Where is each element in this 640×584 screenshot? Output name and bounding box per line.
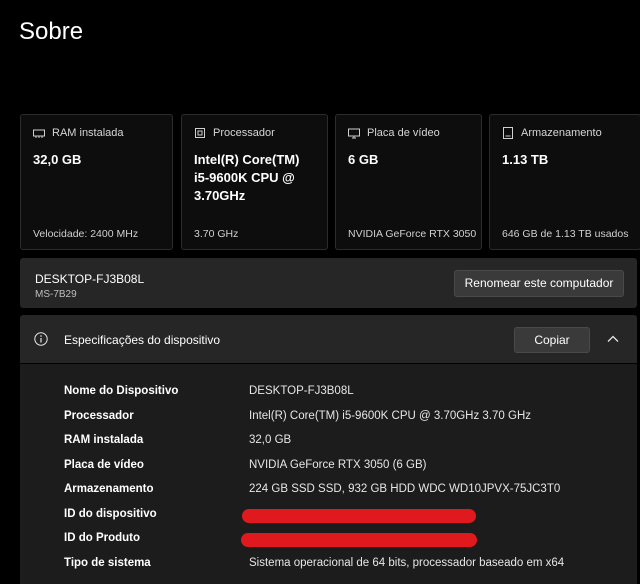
card-ram-sub: Velocidade: 2400 MHz bbox=[33, 228, 139, 240]
chevron-up-icon[interactable] bbox=[606, 332, 620, 346]
device-specs-header[interactable]: Especificações do dispositivo Copiar bbox=[20, 315, 637, 363]
device-name-panel: DESKTOP-FJ3B08L MS-7B29 Renomear este co… bbox=[20, 258, 637, 308]
device-specs-title: Especificações do dispositivo bbox=[64, 333, 221, 347]
card-ram: RAM instalada 32,0 GB Velocidade: 2400 M… bbox=[20, 114, 173, 250]
card-storage-label: Armazenamento bbox=[521, 127, 602, 139]
card-processor: Processador Intel(R) Core(TM) i5-9600K C… bbox=[181, 114, 328, 250]
device-model: MS-7B29 bbox=[35, 289, 77, 300]
spec-value: Intel(R) Core(TM) i5-9600K CPU @ 3.70GHz… bbox=[249, 410, 532, 422]
spec-label: RAM instalada bbox=[64, 434, 144, 446]
spec-row-processor: Processador Intel(R) Core(TM) i5-9600K C… bbox=[20, 410, 637, 430]
card-ram-label: RAM instalada bbox=[52, 127, 124, 139]
card-gpu-value: 6 GB bbox=[348, 152, 379, 167]
card-gpu: Placa de vídeo 6 GB NVIDIA GeForce RTX 3… bbox=[335, 114, 482, 250]
hardware-summary-cards: RAM instalada 32,0 GB Velocidade: 2400 M… bbox=[20, 114, 640, 250]
redaction-mark bbox=[241, 533, 477, 547]
spec-label: Placa de vídeo bbox=[64, 459, 144, 471]
rename-computer-button[interactable]: Renomear este computador bbox=[454, 270, 624, 297]
info-icon bbox=[34, 332, 48, 346]
spec-label: Tipo de sistema bbox=[64, 557, 151, 569]
spec-row-storage: Armazenamento 224 GB SSD SSD, 932 GB HDD… bbox=[20, 483, 637, 503]
processor-icon bbox=[194, 127, 206, 139]
spec-row-gpu: Placa de vídeo NVIDIA GeForce RTX 3050 (… bbox=[20, 459, 637, 479]
page-title: Sobre bbox=[19, 18, 84, 45]
storage-icon bbox=[502, 127, 514, 139]
device-name: DESKTOP-FJ3B08L bbox=[35, 272, 145, 286]
card-gpu-label: Placa de vídeo bbox=[367, 127, 440, 139]
spec-value: Sistema operacional de 64 bits, processa… bbox=[249, 557, 565, 569]
spec-row-device-id: ID do dispositivo bbox=[20, 508, 637, 528]
card-storage-sub: 646 GB de 1.13 TB usados bbox=[502, 228, 629, 240]
card-storage: Armazenamento 1.13 TB 646 GB de 1.13 TB … bbox=[489, 114, 640, 250]
spec-row-ram: RAM instalada 32,0 GB bbox=[20, 434, 637, 454]
device-specs-list: Nome do Dispositivo DESKTOP-FJ3B08L Proc… bbox=[20, 364, 637, 584]
copy-button[interactable]: Copiar bbox=[514, 327, 590, 353]
card-processor-sub: 3.70 GHz bbox=[194, 228, 239, 240]
spec-label: Armazenamento bbox=[64, 483, 154, 495]
card-ram-value: 32,0 GB bbox=[33, 152, 82, 167]
spec-value: 224 GB SSD SSD, 932 GB HDD WDC WD10JPVX-… bbox=[249, 483, 561, 495]
spec-label: Nome do Dispositivo bbox=[64, 385, 179, 397]
card-gpu-sub: NVIDIA GeForce RTX 3050 bbox=[348, 228, 477, 240]
spec-value: NVIDIA GeForce RTX 3050 (6 GB) bbox=[249, 459, 427, 471]
card-storage-value: 1.13 TB bbox=[502, 152, 549, 167]
spec-row-product-id: ID do Produto bbox=[20, 532, 637, 552]
spec-value: 32,0 GB bbox=[249, 434, 292, 446]
card-processor-label: Processador bbox=[213, 127, 275, 139]
spec-label: ID do Produto bbox=[64, 532, 141, 544]
spec-row-system-type: Tipo de sistema Sistema operacional de 6… bbox=[20, 557, 637, 577]
card-processor-value: Intel(R) Core(TM) i5-9600K CPU @ 3.70GHz bbox=[194, 152, 300, 203]
spec-label: ID do dispositivo bbox=[64, 508, 157, 520]
spec-label: Processador bbox=[64, 410, 134, 422]
ram-icon bbox=[33, 127, 45, 139]
redaction-mark bbox=[242, 509, 476, 523]
spec-row-device-name: Nome do Dispositivo DESKTOP-FJ3B08L bbox=[20, 385, 637, 405]
spec-value: DESKTOP-FJ3B08L bbox=[249, 385, 354, 397]
gpu-icon bbox=[348, 127, 360, 139]
